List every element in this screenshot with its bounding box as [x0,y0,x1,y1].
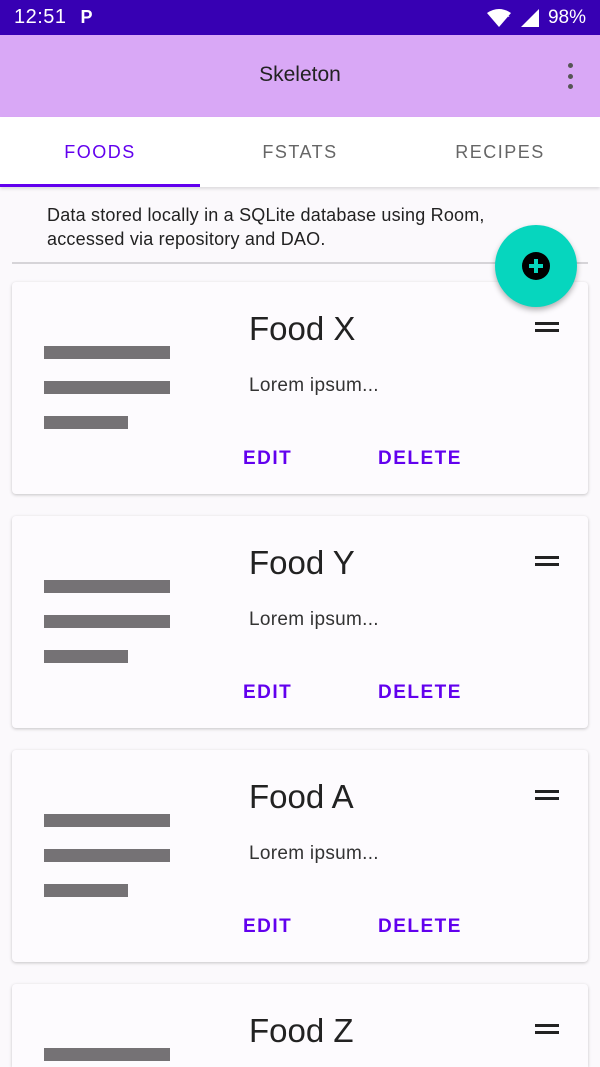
status-icons: x 98% [486,7,586,29]
delete-button[interactable]: DELETE [378,682,462,704]
food-thumbnail-icon [44,1048,170,1067]
tab-foods[interactable]: FOODS [0,117,200,187]
signal-icon [520,8,539,27]
app-bar: Skeleton [0,35,600,117]
food-title: Food X [249,310,356,347]
notification-icon: P [80,7,93,27]
description-text: Data stored locally in a SQLite database… [47,205,485,249]
food-title: Food Y [249,544,355,581]
tab-recipes[interactable]: RECIPES [400,117,600,187]
drag-handle-icon[interactable] [535,1024,559,1034]
food-title: Food Z [249,1012,354,1049]
overflow-menu-icon[interactable] [560,63,580,89]
app-title: Skeleton [259,63,341,86]
drag-handle-icon[interactable] [535,790,559,800]
edit-button[interactable]: EDIT [243,682,292,704]
status-bar: 12:51 P x 98% [0,0,600,35]
delete-button[interactable]: DELETE [378,448,462,470]
food-description: Lorem ipsum... [249,609,379,630]
food-description: Lorem ipsum... [249,375,379,396]
food-card[interactable]: Food A Lorem ipsum... EDIT DELETE [12,750,588,962]
edit-button[interactable]: EDIT [243,448,292,470]
food-thumbnail-icon [44,814,170,900]
drag-handle-icon[interactable] [535,322,559,332]
wifi-icon: x [486,8,511,27]
add-food-button[interactable] [495,225,577,307]
food-card[interactable]: Food X Lorem ipsum... EDIT DELETE [12,282,588,494]
food-card[interactable]: Food Y Lorem ipsum... EDIT DELETE [12,516,588,728]
status-time: 12:51 [14,6,67,28]
tab-bar: FOODS FSTATS RECIPES [0,117,600,187]
food-card[interactable]: Food Z [12,984,588,1067]
food-title: Food A [249,778,354,815]
edit-button[interactable]: EDIT [243,916,292,938]
battery-level: 98% [547,6,586,28]
tab-fstats[interactable]: FSTATS [200,117,400,187]
food-description: Lorem ipsum... [249,843,379,864]
food-thumbnail-icon [44,346,170,432]
delete-button[interactable]: DELETE [378,916,462,938]
drag-handle-icon[interactable] [535,556,559,566]
food-thumbnail-icon [44,580,170,666]
svg-text:x: x [505,10,510,19]
add-circle-icon [522,252,550,280]
